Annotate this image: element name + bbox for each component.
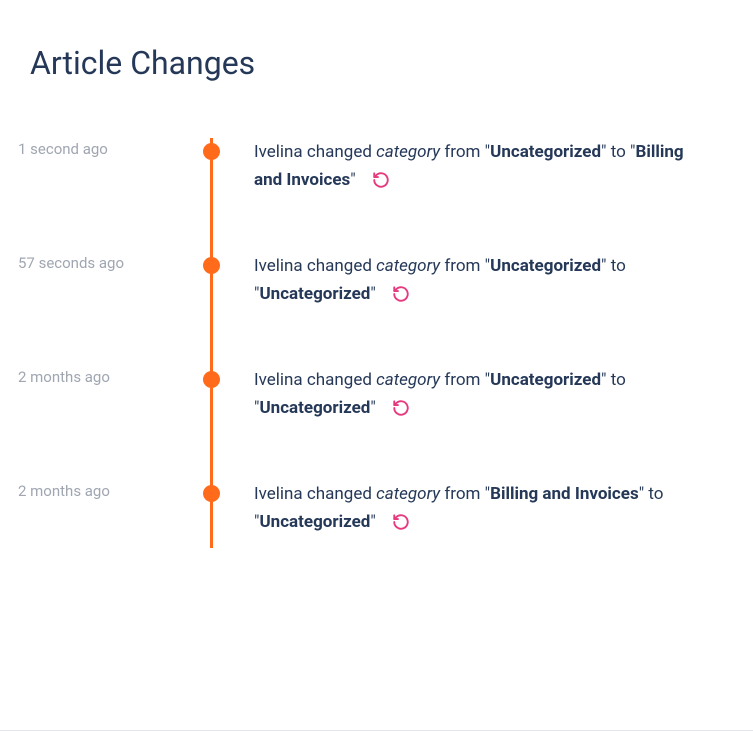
timeline-item: 1 second ago Ivelina changed category fr… xyxy=(188,138,723,206)
change-verb: changed xyxy=(307,370,372,390)
from-word: from xyxy=(444,370,480,390)
timeline-item: 2 months ago Ivelina changed category fr… xyxy=(188,366,723,434)
undo-icon[interactable] xyxy=(392,399,410,417)
change-from-value: Uncategorized xyxy=(490,256,601,276)
change-user: Ivelina xyxy=(254,256,303,276)
to-word: to xyxy=(648,484,663,504)
timeline-dot xyxy=(203,257,220,274)
page-title: Article Changes xyxy=(30,44,723,82)
timeline: 1 second ago Ivelina changed category fr… xyxy=(188,138,723,548)
to-word: to xyxy=(611,142,626,162)
timeline-dot xyxy=(203,485,220,502)
to-word: to xyxy=(611,370,626,390)
from-word: from xyxy=(444,142,480,162)
timeline-timestamp: 2 months ago xyxy=(18,368,168,386)
from-word: from xyxy=(444,256,480,276)
change-user: Ivelina xyxy=(254,370,303,390)
change-verb: changed xyxy=(307,484,372,504)
timeline-dot xyxy=(203,371,220,388)
timeline-content: Ivelina changed category from "Uncategor… xyxy=(254,366,704,422)
change-from-value: Uncategorized xyxy=(490,142,601,162)
from-word: from xyxy=(444,484,480,504)
timeline-content: Ivelina changed category from "Uncategor… xyxy=(254,138,704,194)
change-field: category xyxy=(376,142,440,162)
undo-icon[interactable] xyxy=(372,171,390,189)
change-verb: changed xyxy=(307,256,372,276)
timeline-timestamp: 57 seconds ago xyxy=(18,254,168,272)
change-field: category xyxy=(376,370,440,390)
change-user: Ivelina xyxy=(254,142,303,162)
timeline-item: 2 months ago Ivelina changed category fr… xyxy=(188,480,723,548)
change-to-value: Uncategorized xyxy=(259,512,370,532)
change-field: category xyxy=(376,484,440,504)
timeline-timestamp: 1 second ago xyxy=(18,140,168,158)
timeline-dot xyxy=(203,143,220,160)
timeline-timestamp: 2 months ago xyxy=(18,482,168,500)
change-to-value: Uncategorized xyxy=(259,398,370,418)
timeline-content: Ivelina changed category from "Billing a… xyxy=(254,480,704,536)
change-from-value: Billing and Invoices xyxy=(490,484,639,504)
change-field: category xyxy=(376,256,440,276)
to-word: to xyxy=(611,256,626,276)
change-from-value: Uncategorized xyxy=(490,370,601,390)
timeline-content: Ivelina changed category from "Uncategor… xyxy=(254,252,704,308)
undo-icon[interactable] xyxy=(392,285,410,303)
undo-icon[interactable] xyxy=(392,513,410,531)
change-to-value: Uncategorized xyxy=(259,284,370,304)
change-verb: changed xyxy=(307,142,372,162)
change-user: Ivelina xyxy=(254,484,303,504)
timeline-item: 57 seconds ago Ivelina changed category … xyxy=(188,252,723,320)
